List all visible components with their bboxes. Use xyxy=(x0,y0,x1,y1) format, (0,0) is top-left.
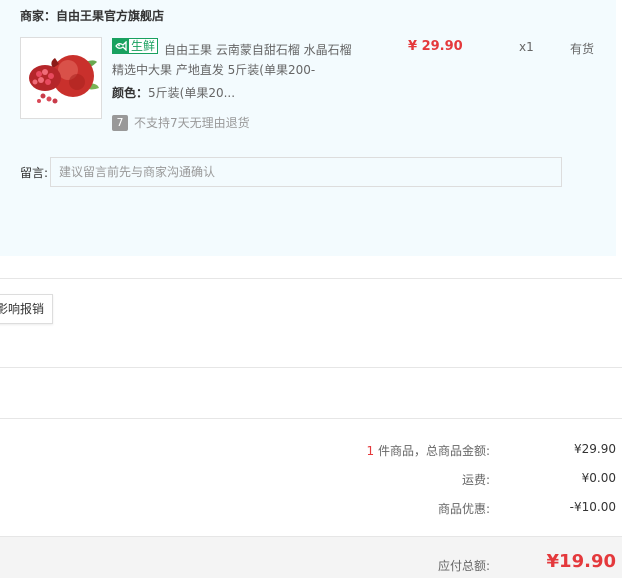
fish-icon xyxy=(113,39,129,53)
shipping-row: 运费: ¥0.00 xyxy=(0,471,622,491)
discount-label: 商品优惠: xyxy=(437,502,490,516)
section-divider xyxy=(0,278,622,279)
product-price: ¥ 29.90 xyxy=(408,39,463,54)
no-return-icon: 7 xyxy=(112,114,128,131)
fresh-badge-label: 生鲜 xyxy=(131,39,156,53)
store-label: 商家： xyxy=(20,9,57,23)
total-bar: 应付总额: ¥19.90 xyxy=(0,536,622,578)
product-quantity: x1 xyxy=(519,40,534,54)
discount-value: -¥10.00 xyxy=(569,500,616,514)
pomegranate-image xyxy=(21,38,101,118)
store-name[interactable]: 自由王果官方旗舰店 xyxy=(56,9,164,23)
goods-total-label: 1 件商品，总商品金额: xyxy=(367,442,491,459)
shipping-label: 运费: xyxy=(461,473,490,487)
remark-input[interactable] xyxy=(50,157,562,187)
remark-label: 留言: xyxy=(20,166,49,180)
color-label: 颜色： xyxy=(112,86,149,100)
order-item-panel: 商家：自由王果官方旗舰店 生鲜 自由王果 云南蒙自甜石榴 水晶石榴 精选中大果 产… xyxy=(0,0,616,256)
return-policy-text: 不支持7天无理由退货 xyxy=(134,116,250,130)
return-policy: 7 不支持7天无理由退货 xyxy=(112,114,250,131)
section-divider xyxy=(0,367,622,368)
total-label: 应付总额: xyxy=(437,559,490,573)
total-value: ¥19.90 xyxy=(546,551,616,572)
product-title[interactable]: 生鲜 自由王果 云南蒙自甜石榴 水晶石榴 精选中大果 产地直发 5斤装(单果200… xyxy=(112,38,352,80)
product-attribute: 颜色：5斤装(单果20... xyxy=(112,84,235,101)
shipping-value: ¥0.00 xyxy=(581,471,616,485)
goods-total-label-text: 件商品，总商品金额: xyxy=(374,444,490,458)
store-info: 商家：自由王果官方旗舰店 xyxy=(20,7,164,24)
discount-row: 商品优惠: -¥10.00 xyxy=(0,500,622,520)
goods-total-value: ¥29.90 xyxy=(574,442,616,456)
fresh-badge: 生鲜 xyxy=(112,38,159,54)
goods-total-row: 1 件商品，总商品金额: ¥29.90 xyxy=(0,442,622,462)
item-count: 1 xyxy=(366,444,375,458)
section-divider xyxy=(0,418,622,419)
stock-status: 有货 xyxy=(570,42,595,56)
product-thumbnail[interactable] xyxy=(20,37,102,119)
invoice-button[interactable]: 影响报销 xyxy=(0,294,53,324)
color-value: 5斤装(单果20... xyxy=(148,86,236,100)
